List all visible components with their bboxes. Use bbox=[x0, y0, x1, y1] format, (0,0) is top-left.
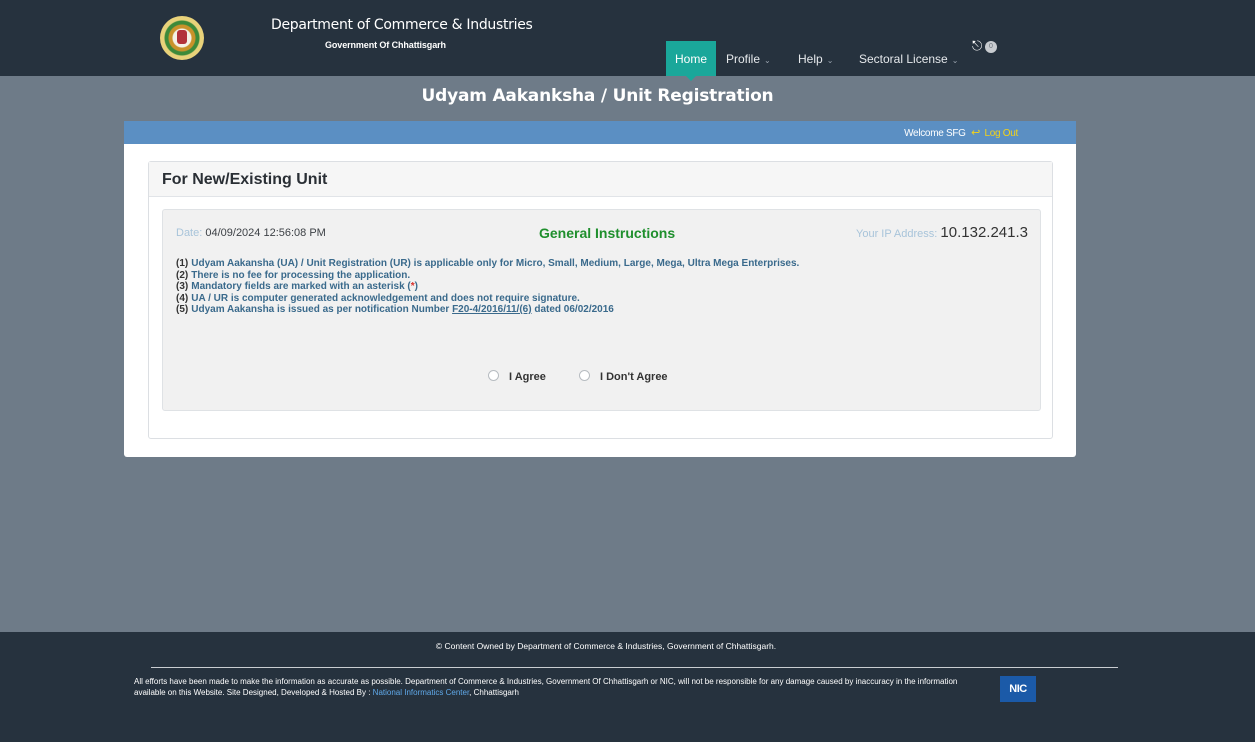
item-number: (3) bbox=[176, 281, 189, 292]
nav-help-label: Help bbox=[798, 52, 823, 66]
session-bar: Welcome SFG ↩ Log Out bbox=[124, 121, 1076, 144]
footer-divider bbox=[151, 667, 1118, 668]
item-text-end: ) bbox=[414, 281, 419, 292]
nav-sectoral-label: Sectoral License bbox=[859, 52, 948, 66]
nic-link[interactable]: National Informatics Center bbox=[373, 688, 470, 697]
logout-link[interactable]: Log Out bbox=[985, 128, 1019, 139]
disagree-option[interactable]: I Don't Agree bbox=[578, 370, 668, 383]
chevron-down-icon: ⌄ bbox=[826, 56, 834, 65]
agree-label: I Agree bbox=[509, 371, 546, 383]
list-item: (1) Udyam Aakansha (UA) / Unit Registrati… bbox=[176, 258, 799, 270]
page-title: Udyam Aakanksha / Unit Registration bbox=[421, 86, 774, 106]
list-item: (3) Mandatory fields are marked with an a… bbox=[176, 281, 799, 293]
ip-value: 10.132.241.3 bbox=[940, 224, 1028, 241]
welcome-area: Welcome SFG ↩ Log Out bbox=[904, 126, 1018, 139]
disclaimer-body: All efforts have been made to make the i… bbox=[134, 677, 958, 697]
date-value: 04/09/2024 12:56:08 PM bbox=[205, 227, 326, 239]
nav-sectoral-license[interactable]: Sectoral License ⌄ bbox=[859, 41, 958, 76]
nav-help[interactable]: Help ⌄ bbox=[798, 41, 833, 76]
disagree-label: I Don't Agree bbox=[599, 371, 668, 383]
notification-link[interactable]: F20-4/2016/11/(6) bbox=[452, 304, 532, 315]
unit-panel: For New/Existing Unit Date: 04/09/2024 1… bbox=[148, 161, 1053, 439]
agree-option[interactable]: I Agree bbox=[488, 370, 546, 383]
instructions-box: Date: 04/09/2024 12:56:08 PM General Ins… bbox=[162, 209, 1041, 411]
item-text: Udyam Aakansha (UA) / Unit Registration … bbox=[191, 258, 800, 269]
item-text: Udyam Aakansha is issued as per notifica… bbox=[191, 304, 453, 315]
item-text: There is no fee for processing the appli… bbox=[191, 269, 411, 281]
copyright-text: © Content Owned by Department of Commerc… bbox=[435, 641, 777, 651]
ip-label: Your IP Address: bbox=[856, 228, 938, 240]
nav-home[interactable]: Home bbox=[666, 41, 716, 81]
item-text: UA / UR is computer generated acknowledg… bbox=[191, 292, 580, 304]
list-item: (4) UA / UR is computer generated acknowl… bbox=[176, 293, 799, 305]
disclaimer-text: All efforts have been made to make the i… bbox=[134, 676, 974, 698]
item-number: (5) bbox=[176, 304, 189, 315]
general-instructions-title: General Instructions bbox=[539, 225, 676, 241]
chevron-down-icon: ⌄ bbox=[764, 56, 771, 65]
item-number: (4) bbox=[176, 292, 189, 304]
agreement-options: I Agree I Don't Agree bbox=[488, 370, 698, 383]
nic-logo: NIC bbox=[1000, 676, 1036, 702]
list-item: (5) Udyam Aakansha is issued as per notif… bbox=[176, 304, 799, 316]
item-number: (2) bbox=[176, 269, 189, 281]
date-display: Date: 04/09/2024 12:56:08 PM bbox=[176, 227, 326, 239]
date-label: Date: bbox=[176, 227, 203, 239]
list-item: (2) There is no fee for processing the ap… bbox=[176, 270, 799, 282]
ip-display: Your IP Address: 10.132.241.3 bbox=[856, 224, 1028, 241]
welcome-text: Welcome SFG bbox=[904, 128, 966, 139]
logout-icon[interactable]: ↩ bbox=[971, 127, 980, 139]
nav-profile[interactable]: Profile ⌄ bbox=[726, 41, 771, 76]
agree-radio[interactable] bbox=[488, 370, 499, 381]
bell-icon[interactable]: ⎋ bbox=[972, 38, 982, 54]
nav-home-label: Home bbox=[674, 52, 707, 66]
nav-profile-label: Profile bbox=[726, 52, 761, 66]
page-footer: © Content Owned by Department of Commerc… bbox=[0, 632, 1255, 742]
item-text: Mandatory fields are marked with an aste… bbox=[191, 281, 411, 292]
notification-badge: 0 bbox=[985, 41, 997, 53]
item-text-end: dated 06/02/2016 bbox=[531, 304, 614, 315]
disclaimer-end: , Chhattisgarh bbox=[469, 688, 519, 697]
top-header: Department of Commerce & Industries Gove… bbox=[0, 0, 1255, 81]
department-title: Department of Commerce & Industries bbox=[271, 17, 533, 33]
government-subtitle: Government Of Chhattisgarh bbox=[325, 40, 446, 50]
panel-title: For New/Existing Unit bbox=[149, 162, 1052, 197]
instruction-list: (1) Udyam Aakansha (UA) / Unit Registrati… bbox=[176, 258, 799, 316]
main-card: For New/Existing Unit Date: 04/09/2024 1… bbox=[124, 144, 1076, 457]
item-number: (1) bbox=[176, 258, 189, 269]
chevron-down-icon: ⌄ bbox=[951, 56, 959, 65]
disagree-radio[interactable] bbox=[578, 370, 590, 381]
government-emblem-logo bbox=[160, 16, 204, 60]
